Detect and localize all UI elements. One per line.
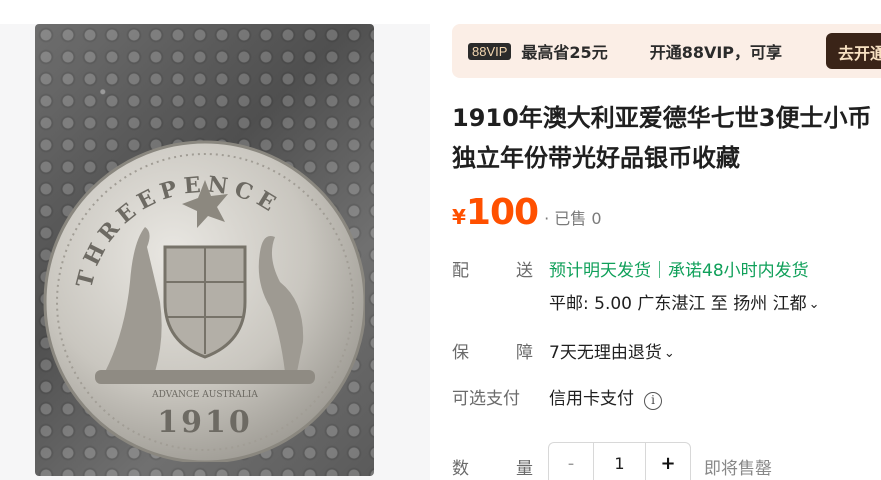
stock-status: 即将售罄 <box>704 459 772 479</box>
chevron-down-icon: ⌄ <box>663 346 675 361</box>
vip-promo-banner: 88VIP 最高省25元 开通88VIP，可享 去开通 <box>452 24 881 78</box>
shipping-estimate: 预计明天发货｜承诺48小时内发货 <box>549 261 809 281</box>
product-photo[interactable]: THREEPENCE ADVANCE AUSTRALIA 1910 <box>35 24 374 476</box>
increase-button[interactable]: + <box>646 443 690 480</box>
quantity-stepper: - 1 + <box>548 442 691 480</box>
payment-row: 可选支付 信用卡支付 i <box>452 384 662 410</box>
currency-symbol: ¥ <box>452 205 466 229</box>
coin-image: THREEPENCE ADVANCE AUSTRALIA 1910 <box>43 140 365 462</box>
open-vip-button[interactable]: 去开通 <box>826 33 881 69</box>
guarantee-label: 保障 <box>452 343 533 363</box>
shipping-label: 配送 <box>452 261 533 281</box>
info-icon[interactable]: i <box>644 392 662 410</box>
chevron-down-icon: ⌄ <box>808 297 820 312</box>
price-row: ¥ 100 · 已售 0 <box>452 192 602 233</box>
payment-label: 可选支付 <box>452 389 520 409</box>
coin-year: 1910 <box>157 405 253 440</box>
quantity-label: 数量 <box>452 459 533 479</box>
price-value: 100 <box>465 192 539 233</box>
quantity-row: 数量 <box>452 454 549 479</box>
promo-open-text: 开通88VIP，可享 <box>649 43 783 62</box>
vip-badge: 88VIP <box>468 42 512 60</box>
product-gallery: THREEPENCE ADVANCE AUSTRALIA 1910 <box>0 24 430 480</box>
promo-save-text: 最高省25元 <box>521 43 608 62</box>
sold-count: · 已售 0 <box>544 209 602 228</box>
shipping-row: 配送 预计明天发货｜承诺48小时内发货 <box>452 256 809 281</box>
quantity-input[interactable]: 1 <box>593 443 646 480</box>
postage-text: 平邮: 5.00 广东湛江 至 扬州 江都 <box>549 294 807 314</box>
coin-motto: ADVANCE AUSTRALIA <box>151 390 258 400</box>
decrease-button[interactable]: - <box>549 443 593 480</box>
guarantee-row[interactable]: 保障 7天无理由退货 ⌄ <box>452 338 675 363</box>
guarantee-value: 7天无理由退货 ⌄ <box>549 343 675 363</box>
product-title: 1910年澳大利亚爱德华七世3便士小币 独立年份带光好品银币收藏 <box>452 104 872 172</box>
payment-value: 信用卡支付 i <box>549 384 662 410</box>
postage-selector[interactable]: 平邮: 5.00 广东湛江 至 扬州 江都 ⌄ <box>549 289 820 314</box>
